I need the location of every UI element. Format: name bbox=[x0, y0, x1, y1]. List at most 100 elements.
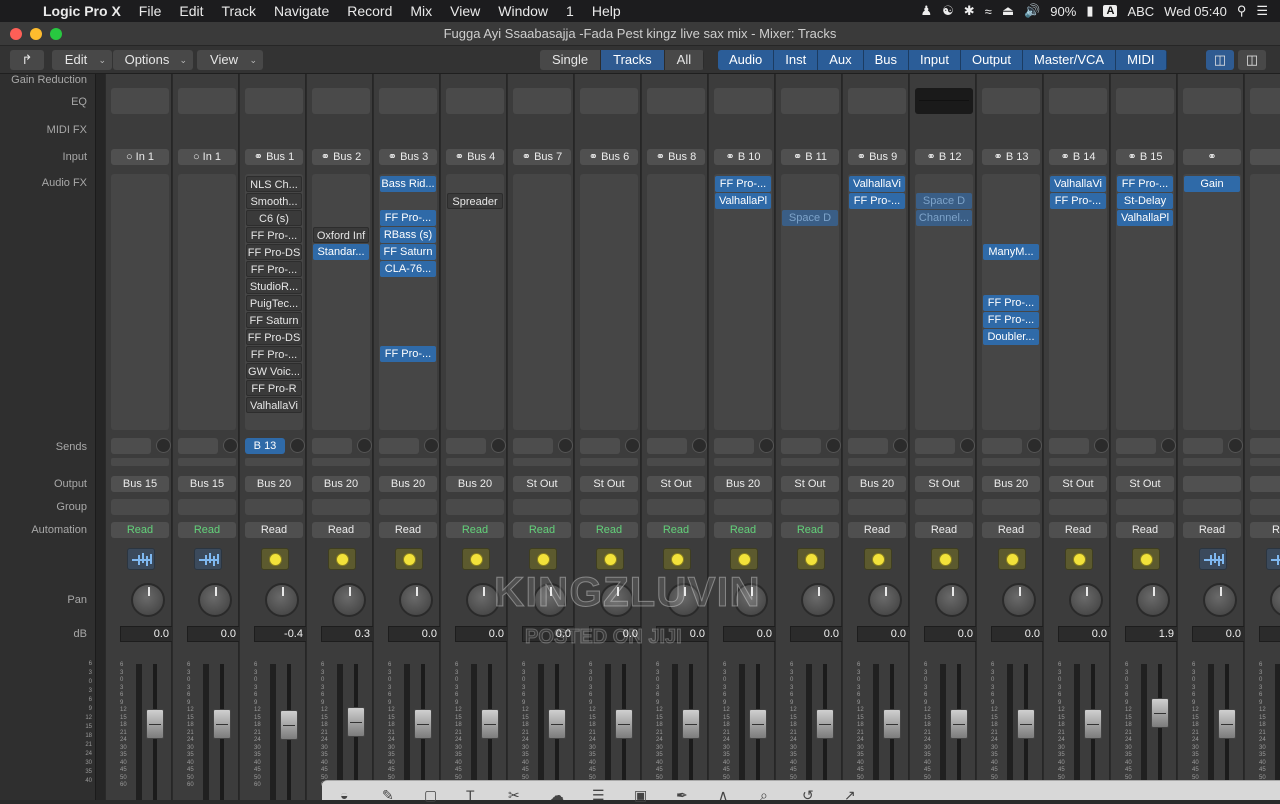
audio-fx-area[interactable]: Spreader bbox=[446, 174, 504, 430]
db-readout[interactable]: 0.0 bbox=[924, 626, 978, 642]
automation-mode[interactable]: Read bbox=[245, 522, 303, 538]
plugin-slot[interactable]: Space D bbox=[782, 210, 838, 226]
plugin-slot[interactable]: ValhallaPl bbox=[1117, 210, 1173, 226]
marquee-tool-icon[interactable]: ▣ bbox=[634, 787, 647, 804]
eq-thumbnail[interactable] bbox=[111, 88, 169, 114]
input-slot[interactable]: ⚭ Bus 1 bbox=[245, 149, 303, 165]
send-level-knob[interactable] bbox=[625, 438, 640, 453]
send-slot[interactable] bbox=[111, 438, 151, 454]
send-level-knob[interactable] bbox=[558, 438, 573, 453]
aux-channel-icon[interactable] bbox=[596, 548, 624, 570]
user-icon[interactable]: ♟ bbox=[920, 3, 932, 19]
audio-fx-area[interactable] bbox=[178, 174, 236, 430]
redo-icon[interactable]: ↗ bbox=[844, 787, 856, 804]
input-slot[interactable]: ⚭ B 10 bbox=[714, 149, 772, 165]
menu-1[interactable]: 1 bbox=[557, 3, 583, 19]
plugin-slot[interactable]: C6 (s) bbox=[246, 210, 302, 226]
pan-knob[interactable] bbox=[801, 583, 835, 617]
db-readout[interactable]: 0.0 bbox=[991, 626, 1045, 642]
zoom-window-button[interactable] bbox=[50, 28, 62, 40]
group-slot[interactable] bbox=[379, 499, 437, 515]
audio-fx-area[interactable] bbox=[1250, 174, 1280, 430]
plugin-slot[interactable]: FF Pro-... bbox=[380, 346, 436, 362]
send-bar[interactable] bbox=[1049, 458, 1107, 466]
send-level-knob[interactable] bbox=[893, 438, 908, 453]
audio-fx-area[interactable]: Bass Rid... FF Pro-... RBass (s) FF Saturn C… bbox=[379, 174, 437, 430]
battery-icon[interactable]: ▮ bbox=[1086, 3, 1093, 19]
audio-fx-area[interactable] bbox=[111, 174, 169, 430]
plugin-slot[interactable]: ValhallaVi bbox=[1050, 176, 1106, 192]
group-slot[interactable] bbox=[647, 499, 705, 515]
input-slot[interactable]: ⚭ B 15 bbox=[1116, 149, 1174, 165]
audio-fx-area[interactable]: ManyM... FF Pro-... FF Pro-... Doubler... bbox=[982, 174, 1040, 430]
output-slot[interactable]: Bus 15 bbox=[178, 476, 236, 492]
minimize-window-button[interactable] bbox=[30, 28, 42, 40]
plugin-slot[interactable]: ValhallaVi bbox=[849, 176, 905, 192]
send-slot[interactable] bbox=[178, 438, 218, 454]
menu-file[interactable]: File bbox=[130, 3, 171, 19]
plugin-slot[interactable]: CLA-76... bbox=[380, 261, 436, 277]
eq-thumbnail[interactable] bbox=[446, 88, 504, 114]
volume-fader[interactable] bbox=[682, 709, 700, 739]
glue-tool-icon[interactable]: ☁ bbox=[550, 787, 564, 804]
filter-audio-button[interactable]: Audio bbox=[718, 50, 775, 70]
plugin-slot[interactable]: RBass (s) bbox=[380, 227, 436, 243]
send-level-knob[interactable] bbox=[1228, 438, 1243, 453]
plugin-slot[interactable]: Standar... bbox=[313, 244, 369, 260]
volume-fader[interactable] bbox=[950, 709, 968, 739]
output-slot[interactable]: St Out bbox=[1049, 476, 1107, 492]
send-level-knob[interactable] bbox=[960, 438, 975, 453]
input-slot[interactable]: ○ In 1 bbox=[178, 149, 236, 165]
filter-input-button[interactable]: Input bbox=[909, 50, 961, 70]
input-slot[interactable]: ⚭ Bus 2 bbox=[312, 149, 370, 165]
output-slot[interactable]: St Out bbox=[647, 476, 705, 492]
audio-waveform-icon[interactable] bbox=[1199, 548, 1227, 570]
volume-fader[interactable] bbox=[280, 710, 298, 740]
send-slot[interactable] bbox=[513, 438, 553, 454]
group-slot[interactable] bbox=[245, 499, 303, 515]
send-bar[interactable] bbox=[312, 458, 370, 466]
pan-knob[interactable] bbox=[1002, 583, 1036, 617]
output-slot[interactable] bbox=[1250, 476, 1280, 492]
pan-knob[interactable] bbox=[399, 583, 433, 617]
view-all-button[interactable]: All bbox=[664, 50, 705, 70]
input-slot[interactable]: ⚭ B 13 bbox=[982, 149, 1040, 165]
send-bar[interactable] bbox=[178, 458, 236, 466]
output-slot[interactable]: Bus 20 bbox=[714, 476, 772, 492]
eq-thumbnail[interactable] bbox=[580, 88, 638, 114]
edit-menu-button[interactable]: Edit ⌄ bbox=[52, 50, 112, 70]
volume-fader[interactable] bbox=[347, 707, 365, 737]
plugin-slot[interactable]: Smooth... bbox=[246, 193, 302, 209]
send-slot[interactable] bbox=[1183, 438, 1223, 454]
menu-mix[interactable]: Mix bbox=[401, 3, 441, 19]
eq-thumbnail[interactable] bbox=[982, 88, 1040, 114]
output-slot[interactable]: Bus 20 bbox=[848, 476, 906, 492]
output-slot[interactable]: St Out bbox=[915, 476, 973, 492]
eject-icon[interactable]: ⏏ bbox=[1002, 3, 1014, 19]
eq-thumbnail[interactable] bbox=[513, 88, 571, 114]
group-slot[interactable] bbox=[1116, 499, 1174, 515]
send-bar[interactable] bbox=[446, 458, 504, 466]
volume-fader[interactable] bbox=[615, 709, 633, 739]
narrow-channel-button[interactable]: ◫ bbox=[1206, 50, 1234, 70]
aux-channel-icon[interactable] bbox=[1065, 548, 1093, 570]
group-slot[interactable] bbox=[1183, 499, 1241, 515]
automation-mode[interactable]: Read bbox=[580, 522, 638, 538]
accessibility-icon[interactable]: ☯ bbox=[942, 3, 954, 19]
pan-knob[interactable] bbox=[1069, 583, 1103, 617]
send-bar[interactable] bbox=[245, 458, 303, 466]
pan-knob[interactable] bbox=[332, 583, 366, 617]
plugin-slot[interactable]: FF Pro-... bbox=[1117, 176, 1173, 192]
automation-mode[interactable]: Read bbox=[982, 522, 1040, 538]
group-slot[interactable] bbox=[848, 499, 906, 515]
output-slot[interactable]: Bus 20 bbox=[379, 476, 437, 492]
menu-help[interactable]: Help bbox=[583, 3, 630, 19]
volume-fader[interactable] bbox=[414, 709, 432, 739]
send-level-knob[interactable] bbox=[1094, 438, 1109, 453]
input-slot[interactable]: ⚭ Bus 4 bbox=[446, 149, 504, 165]
send-slot[interactable] bbox=[1049, 438, 1089, 454]
db-readout[interactable]: 0.0 bbox=[1192, 626, 1246, 642]
aux-channel-icon[interactable] bbox=[395, 548, 423, 570]
send-slot[interactable] bbox=[714, 438, 754, 454]
send-bar[interactable] bbox=[915, 458, 973, 466]
